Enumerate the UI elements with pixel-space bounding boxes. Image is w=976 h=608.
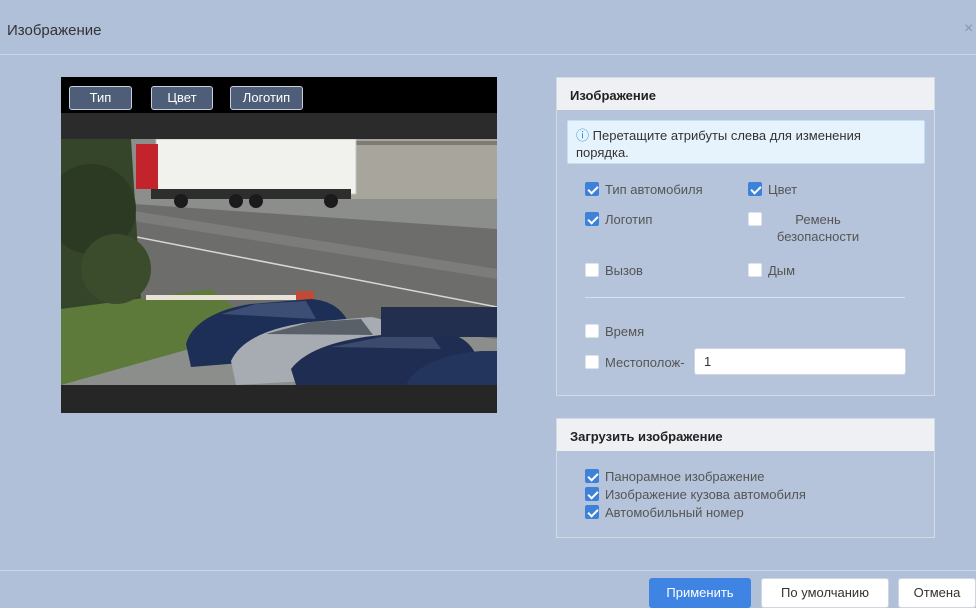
preview-tag-bar: Тип Цвет Логотип	[61, 77, 497, 113]
checkbox[interactable]	[585, 355, 599, 369]
notice-text: Перетащите атрибуты слева для изменения …	[576, 128, 861, 160]
dialog-header: Изображение ×	[0, 0, 976, 55]
checkbox[interactable]	[748, 263, 762, 277]
default-button[interactable]: По умолчанию	[761, 578, 889, 608]
image-settings-panel: Изображение ⓘ Перетащите атрибуты слева …	[556, 77, 935, 396]
dialog-title: Изображение	[7, 22, 102, 39]
camera-preview: Тип Цвет Логотип	[61, 77, 497, 413]
checkbox[interactable]	[585, 505, 599, 519]
camera-snapshot	[61, 139, 497, 385]
checkbox[interactable]	[585, 263, 599, 277]
close-icon[interactable]: ×	[964, 20, 973, 38]
checkbox[interactable]	[585, 469, 599, 483]
cancel-button[interactable]: Отмена	[898, 578, 976, 608]
divider	[585, 297, 905, 298]
upload-panel-title: Загрузить изображение	[557, 419, 934, 451]
checkbox[interactable]	[748, 212, 762, 226]
footer-divider	[0, 570, 976, 571]
upload-image-panel: Загрузить изображение Панорамное изображ…	[556, 418, 935, 538]
checkbox[interactable]	[585, 182, 599, 196]
reorder-notice: ⓘ Перетащите атрибуты слева для изменени…	[567, 120, 925, 164]
checkbox[interactable]	[585, 324, 599, 338]
info-circle-icon: ⓘ	[576, 128, 590, 143]
checkbox[interactable]	[585, 212, 599, 226]
tag-logo[interactable]: Логотип	[230, 86, 303, 110]
preview-strip	[61, 113, 497, 139]
apply-button[interactable]: Применить	[649, 578, 751, 608]
checkbox[interactable]	[585, 487, 599, 501]
preview-bottom-bar	[61, 385, 497, 413]
checkbox[interactable]	[748, 182, 762, 196]
location-input[interactable]: 1	[694, 348, 906, 375]
tag-color[interactable]: Цвет	[151, 86, 213, 110]
image-panel-title: Изображение	[557, 78, 934, 110]
tag-type[interactable]: Тип	[69, 86, 132, 110]
